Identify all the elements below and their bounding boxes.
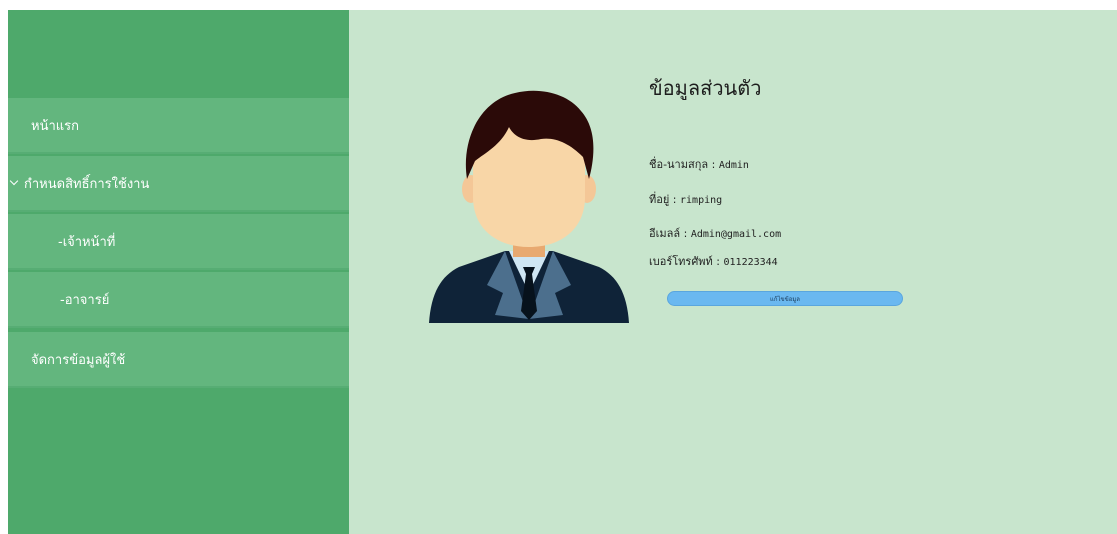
- sidebar: หน้าแรก กำหนดสิทธิ์การใช้งาน -เจ้าหน้าที…: [8, 10, 349, 534]
- name-row: ชื่อ-นามสกุล : Admin: [649, 155, 749, 173]
- sidebar-item-label: หน้าแรก: [31, 118, 79, 134]
- page-title: ข้อมูลส่วนตัว: [649, 76, 762, 100]
- businessman-avatar-icon: [429, 90, 629, 323]
- phone-label: เบอร์โทรศัพท์ :: [649, 255, 721, 268]
- email-label: อีเมลล์ :: [649, 227, 688, 240]
- chevron-down-icon[interactable]: [9, 176, 19, 186]
- name-value: Admin: [718, 160, 749, 171]
- phone-value: 011223344: [723, 257, 778, 268]
- sidebar-item-teacher[interactable]: -อาจารย์: [8, 272, 349, 328]
- edit-profile-button[interactable]: แก้ไขข้อมูล: [667, 291, 903, 306]
- address-row: ที่อยู่ : rimping: [649, 190, 722, 208]
- sidebar-item-home[interactable]: หน้าแรก: [8, 98, 349, 154]
- sidebar-item-permissions[interactable]: กำหนดสิทธิ์การใช้งาน: [8, 156, 349, 212]
- email-value: Admin@gmail.com: [690, 229, 782, 240]
- sidebar-item-label: -เจ้าหน้าที่: [58, 234, 116, 250]
- sidebar-item-manage-users[interactable]: จัดการข้อมูลผู้ใช้: [8, 332, 349, 388]
- app-window: หน้าแรก กำหนดสิทธิ์การใช้งาน -เจ้าหน้าที…: [0, 10, 1117, 534]
- address-label: ที่อยู่ :: [649, 193, 677, 206]
- name-label: ชื่อ-นามสกุล :: [649, 158, 716, 171]
- sidebar-item-label: จัดการข้อมูลผู้ใช้: [31, 352, 126, 368]
- phone-row: เบอร์โทรศัพท์ : 011223344: [649, 252, 778, 270]
- address-value: rimping: [680, 195, 723, 206]
- email-row: อีเมลล์ : Admin@gmail.com: [649, 224, 781, 242]
- sidebar-item-label: -อาจารย์: [60, 292, 110, 308]
- sidebar-item-staff[interactable]: -เจ้าหน้าที่: [8, 214, 349, 270]
- main-content: ข้อมูลส่วนตัว ชื่อ-นามสกุล : Admin ที่อย…: [349, 10, 1117, 534]
- sidebar-item-label: กำหนดสิทธิ์การใช้งาน: [24, 176, 150, 192]
